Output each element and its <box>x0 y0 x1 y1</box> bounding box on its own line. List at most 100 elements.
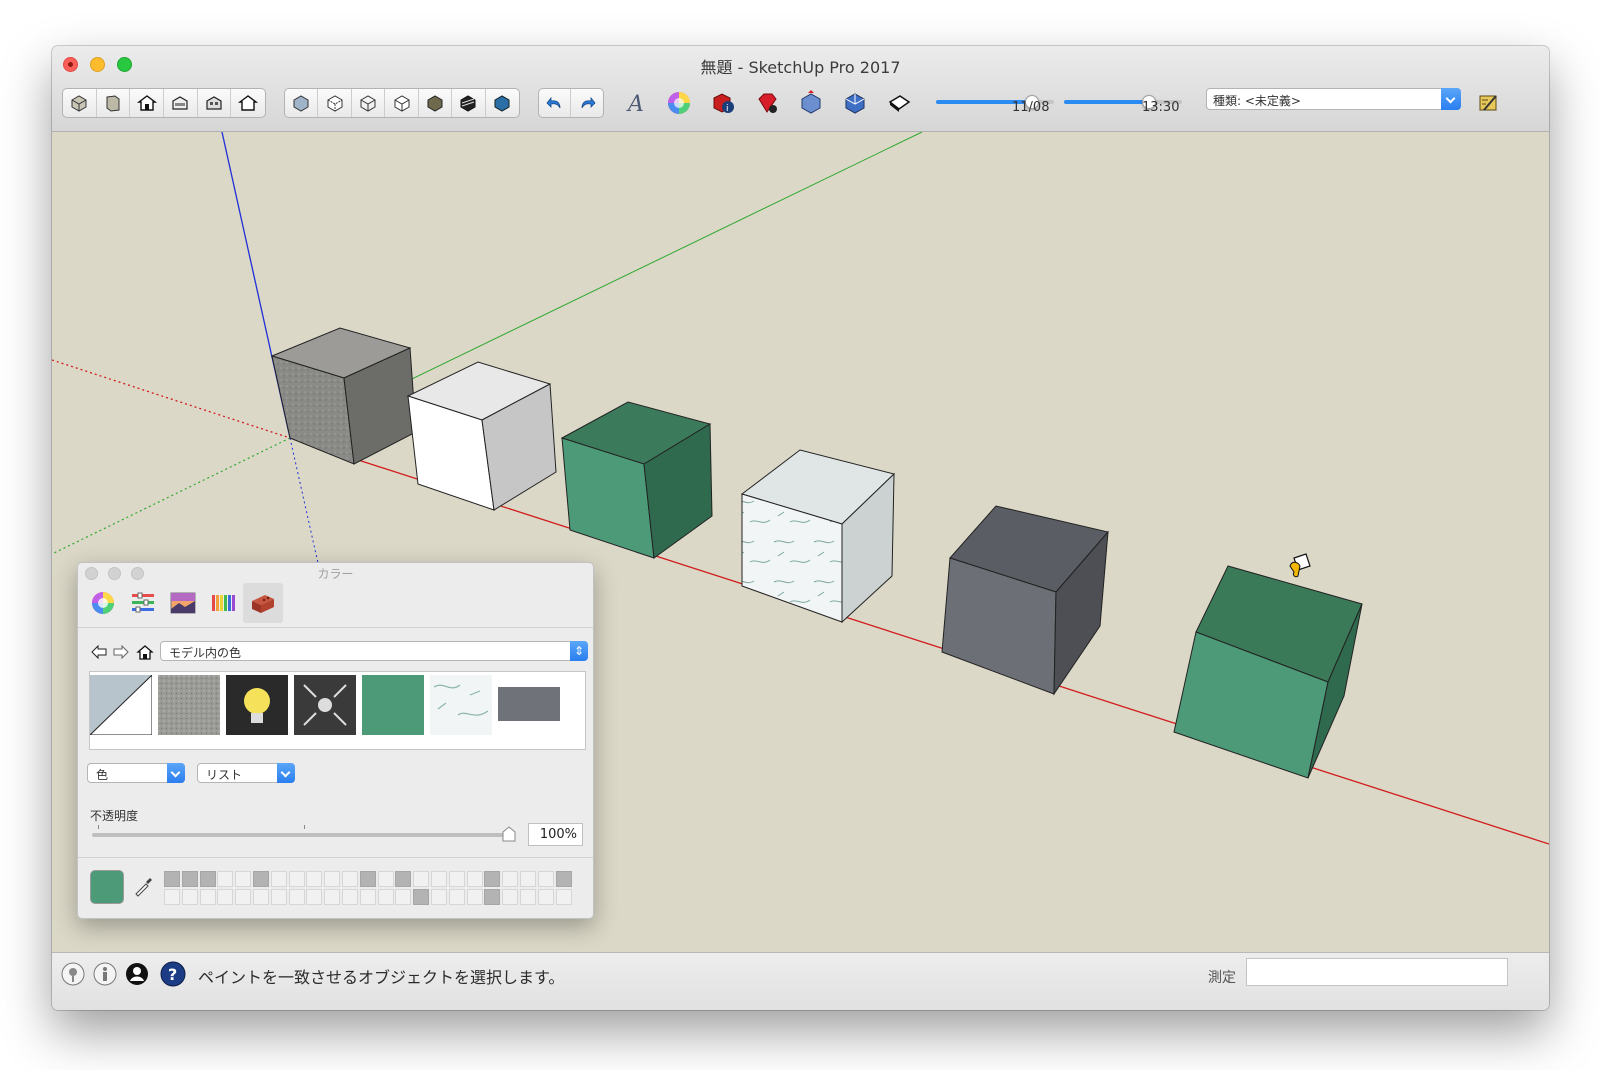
undo-button[interactable] <box>539 89 572 117</box>
cube-marble[interactable] <box>740 449 895 624</box>
color-swatch-cell[interactable] <box>164 871 180 887</box>
geo-location-icon[interactable] <box>60 961 86 987</box>
color-swatch-cell[interactable] <box>520 889 536 905</box>
view-select[interactable]: リスト <box>197 763 295 783</box>
color-swatch-cell[interactable] <box>502 889 519 905</box>
help-icon[interactable]: ? <box>160 961 186 987</box>
cube-slate[interactable] <box>941 505 1109 696</box>
color-swatch-cell[interactable] <box>448 871 465 887</box>
cube-stone[interactable] <box>270 327 417 465</box>
cube-green[interactable] <box>560 401 713 559</box>
front-view-button[interactable] <box>130 89 165 117</box>
color-swatch-cell[interactable] <box>431 871 447 887</box>
right-view-button[interactable] <box>164 89 198 117</box>
style-builder-button[interactable] <box>1472 88 1506 118</box>
color-swatch-cell[interactable] <box>413 889 430 905</box>
home-icon[interactable] <box>136 643 154 661</box>
color-swatch-cell[interactable] <box>377 871 394 887</box>
shaded-button[interactable] <box>419 89 453 117</box>
green-material-swatch[interactable] <box>362 675 424 735</box>
color-swatch-cell[interactable] <box>324 889 341 905</box>
opacity-input[interactable]: 100% <box>528 823 583 846</box>
forward-arrow-icon[interactable] <box>112 643 130 661</box>
slate-material-swatch[interactable] <box>498 675 560 735</box>
color-swatch-cell[interactable] <box>502 871 519 887</box>
get-models-button[interactable] <box>838 88 872 118</box>
updown-chevron-icon[interactable] <box>570 641 588 661</box>
color-swatch-cell[interactable] <box>484 889 501 905</box>
type-select[interactable]: 色 <box>87 763 185 783</box>
current-color-swatch[interactable] <box>90 870 124 904</box>
color-swatch-cell[interactable] <box>413 871 430 887</box>
color-swatch-cell[interactable] <box>342 889 358 905</box>
hidden-line-button[interactable] <box>385 89 419 117</box>
opacity-slider[interactable] <box>92 833 510 837</box>
color-swatch-cell[interactable] <box>431 889 447 905</box>
color-swatch-cell[interactable] <box>306 889 323 905</box>
ruby-console-button[interactable] <box>750 88 784 118</box>
color-swatch-cell[interactable] <box>466 889 483 905</box>
color-swatch-cell[interactable] <box>199 889 216 905</box>
color-swatch-cell[interactable] <box>217 871 234 887</box>
color-swatch-cell[interactable] <box>164 889 180 905</box>
color-swatch-cell[interactable] <box>288 871 305 887</box>
opacity-slider-knob[interactable] <box>502 826 516 842</box>
color-swatch-cell[interactable] <box>342 871 358 887</box>
tab-color-sliders[interactable] <box>123 583 163 623</box>
text-tool-button[interactable]: A <box>618 88 652 118</box>
tab-image-palettes[interactable] <box>163 583 203 623</box>
wireframe-button[interactable] <box>352 89 386 117</box>
back-view-button[interactable] <box>198 89 232 117</box>
style-select[interactable]: 種類: <未定義> <box>1206 88 1461 110</box>
tab-pencils[interactable] <box>203 583 243 623</box>
monochrome-button[interactable] <box>486 89 519 117</box>
color-swatch-cell[interactable] <box>555 889 572 905</box>
redo-button[interactable] <box>571 89 603 117</box>
chevron-down-icon[interactable] <box>277 763 295 783</box>
chevron-down-icon[interactable] <box>1441 88 1461 110</box>
measure-input[interactable] <box>1246 958 1508 986</box>
color-swatch-cell[interactable] <box>235 871 252 887</box>
color-swatch-cell[interactable] <box>448 889 465 905</box>
color-swatch-cell[interactable] <box>181 889 198 905</box>
collapse-material-swatch[interactable] <box>294 675 356 735</box>
user-account-icon[interactable] <box>124 961 150 987</box>
shaded-textures-button[interactable] <box>452 89 486 117</box>
tab-materials[interactable] <box>243 583 283 623</box>
left-view-button[interactable] <box>231 89 265 117</box>
color-swatch-cell[interactable] <box>235 889 252 905</box>
color-swatch-cell[interactable] <box>359 871 376 887</box>
color-swatch-cell[interactable] <box>395 889 412 905</box>
color-swatch-cell[interactable] <box>181 871 198 887</box>
credits-icon[interactable] <box>92 961 118 987</box>
extension-warehouse-button[interactable]: i <box>706 88 740 118</box>
stone-material-swatch[interactable] <box>158 675 220 735</box>
color-swatch-cell[interactable] <box>324 871 341 887</box>
tab-color-wheel[interactable] <box>83 583 123 623</box>
collection-select[interactable]: モデル内の色 <box>160 641 588 661</box>
cube-white[interactable] <box>406 361 557 511</box>
color-swatch-cell[interactable] <box>270 871 287 887</box>
color-swatch-cell[interactable] <box>377 889 394 905</box>
color-swatch-cell[interactable] <box>288 889 305 905</box>
back-arrow-icon[interactable] <box>90 643 108 661</box>
back-edges-button[interactable] <box>318 89 352 117</box>
color-swatch-cell[interactable] <box>555 871 572 887</box>
color-swatch-cell[interactable] <box>253 871 269 887</box>
color-swatch-cell[interactable] <box>253 889 269 905</box>
light-material-swatch[interactable] <box>226 675 288 735</box>
iso-view-button[interactable] <box>63 89 97 117</box>
eyedropper-icon[interactable] <box>133 875 155 897</box>
color-swatch-cell[interactable] <box>537 889 554 905</box>
xray-button[interactable] <box>285 89 319 117</box>
color-swatch-cell[interactable] <box>359 889 376 905</box>
color-swatch-cell[interactable] <box>270 889 287 905</box>
default-material-swatch[interactable] <box>90 675 152 735</box>
chevron-down-icon[interactable] <box>167 763 185 783</box>
share-model-button[interactable] <box>794 88 828 118</box>
layout-button[interactable] <box>882 88 916 118</box>
color-swatch-cell[interactable] <box>537 871 554 887</box>
color-swatch-cell[interactable] <box>395 871 412 887</box>
color-swatch-cell[interactable] <box>466 871 483 887</box>
color-swatch-cell[interactable] <box>217 889 234 905</box>
